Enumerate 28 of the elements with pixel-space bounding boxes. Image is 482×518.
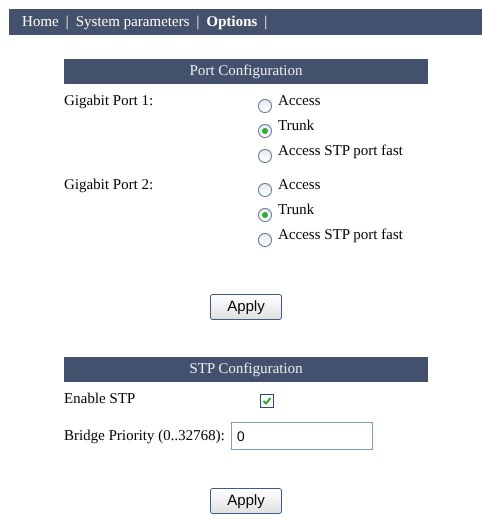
section-header: Port Configuration bbox=[64, 59, 428, 84]
enable-stp-checkbox[interactable] bbox=[260, 394, 274, 408]
nav-separator: | bbox=[264, 12, 268, 32]
nav-link[interactable]: Options bbox=[206, 10, 258, 34]
nav-link[interactable]: Home bbox=[22, 10, 59, 34]
radio-label: Access bbox=[278, 92, 320, 111]
radio-button[interactable] bbox=[258, 233, 272, 247]
enable-stp-label: Enable STP bbox=[64, 390, 136, 409]
port-label: Gigabit Port 1: bbox=[64, 92, 154, 111]
port-label: Gigabit Port 2: bbox=[64, 176, 154, 195]
radio-label: Trunk bbox=[278, 201, 314, 220]
radio-button[interactable] bbox=[258, 149, 272, 163]
radio-label: Access STP port fast bbox=[278, 142, 403, 161]
apply-button[interactable]: Apply bbox=[210, 488, 282, 514]
radio-button[interactable] bbox=[258, 99, 272, 113]
nav-link[interactable]: System parameters bbox=[76, 10, 190, 34]
radio-button[interactable] bbox=[258, 183, 272, 197]
radio-label: Access bbox=[278, 176, 320, 195]
radio-label: Trunk bbox=[278, 117, 314, 136]
radio-button[interactable] bbox=[258, 124, 272, 138]
radio-button[interactable] bbox=[258, 208, 272, 222]
nav-separator: | bbox=[66, 12, 69, 32]
radio-label: Access STP port fast bbox=[278, 226, 403, 245]
section-header: STP Configuration bbox=[64, 357, 428, 382]
bridge-priority-label: Bridge Priority (0..32768): bbox=[64, 426, 225, 446]
nav-separator: | bbox=[196, 12, 200, 32]
apply-button[interactable]: Apply bbox=[210, 294, 282, 320]
bridge-priority-field[interactable]: 0 bbox=[230, 422, 373, 450]
